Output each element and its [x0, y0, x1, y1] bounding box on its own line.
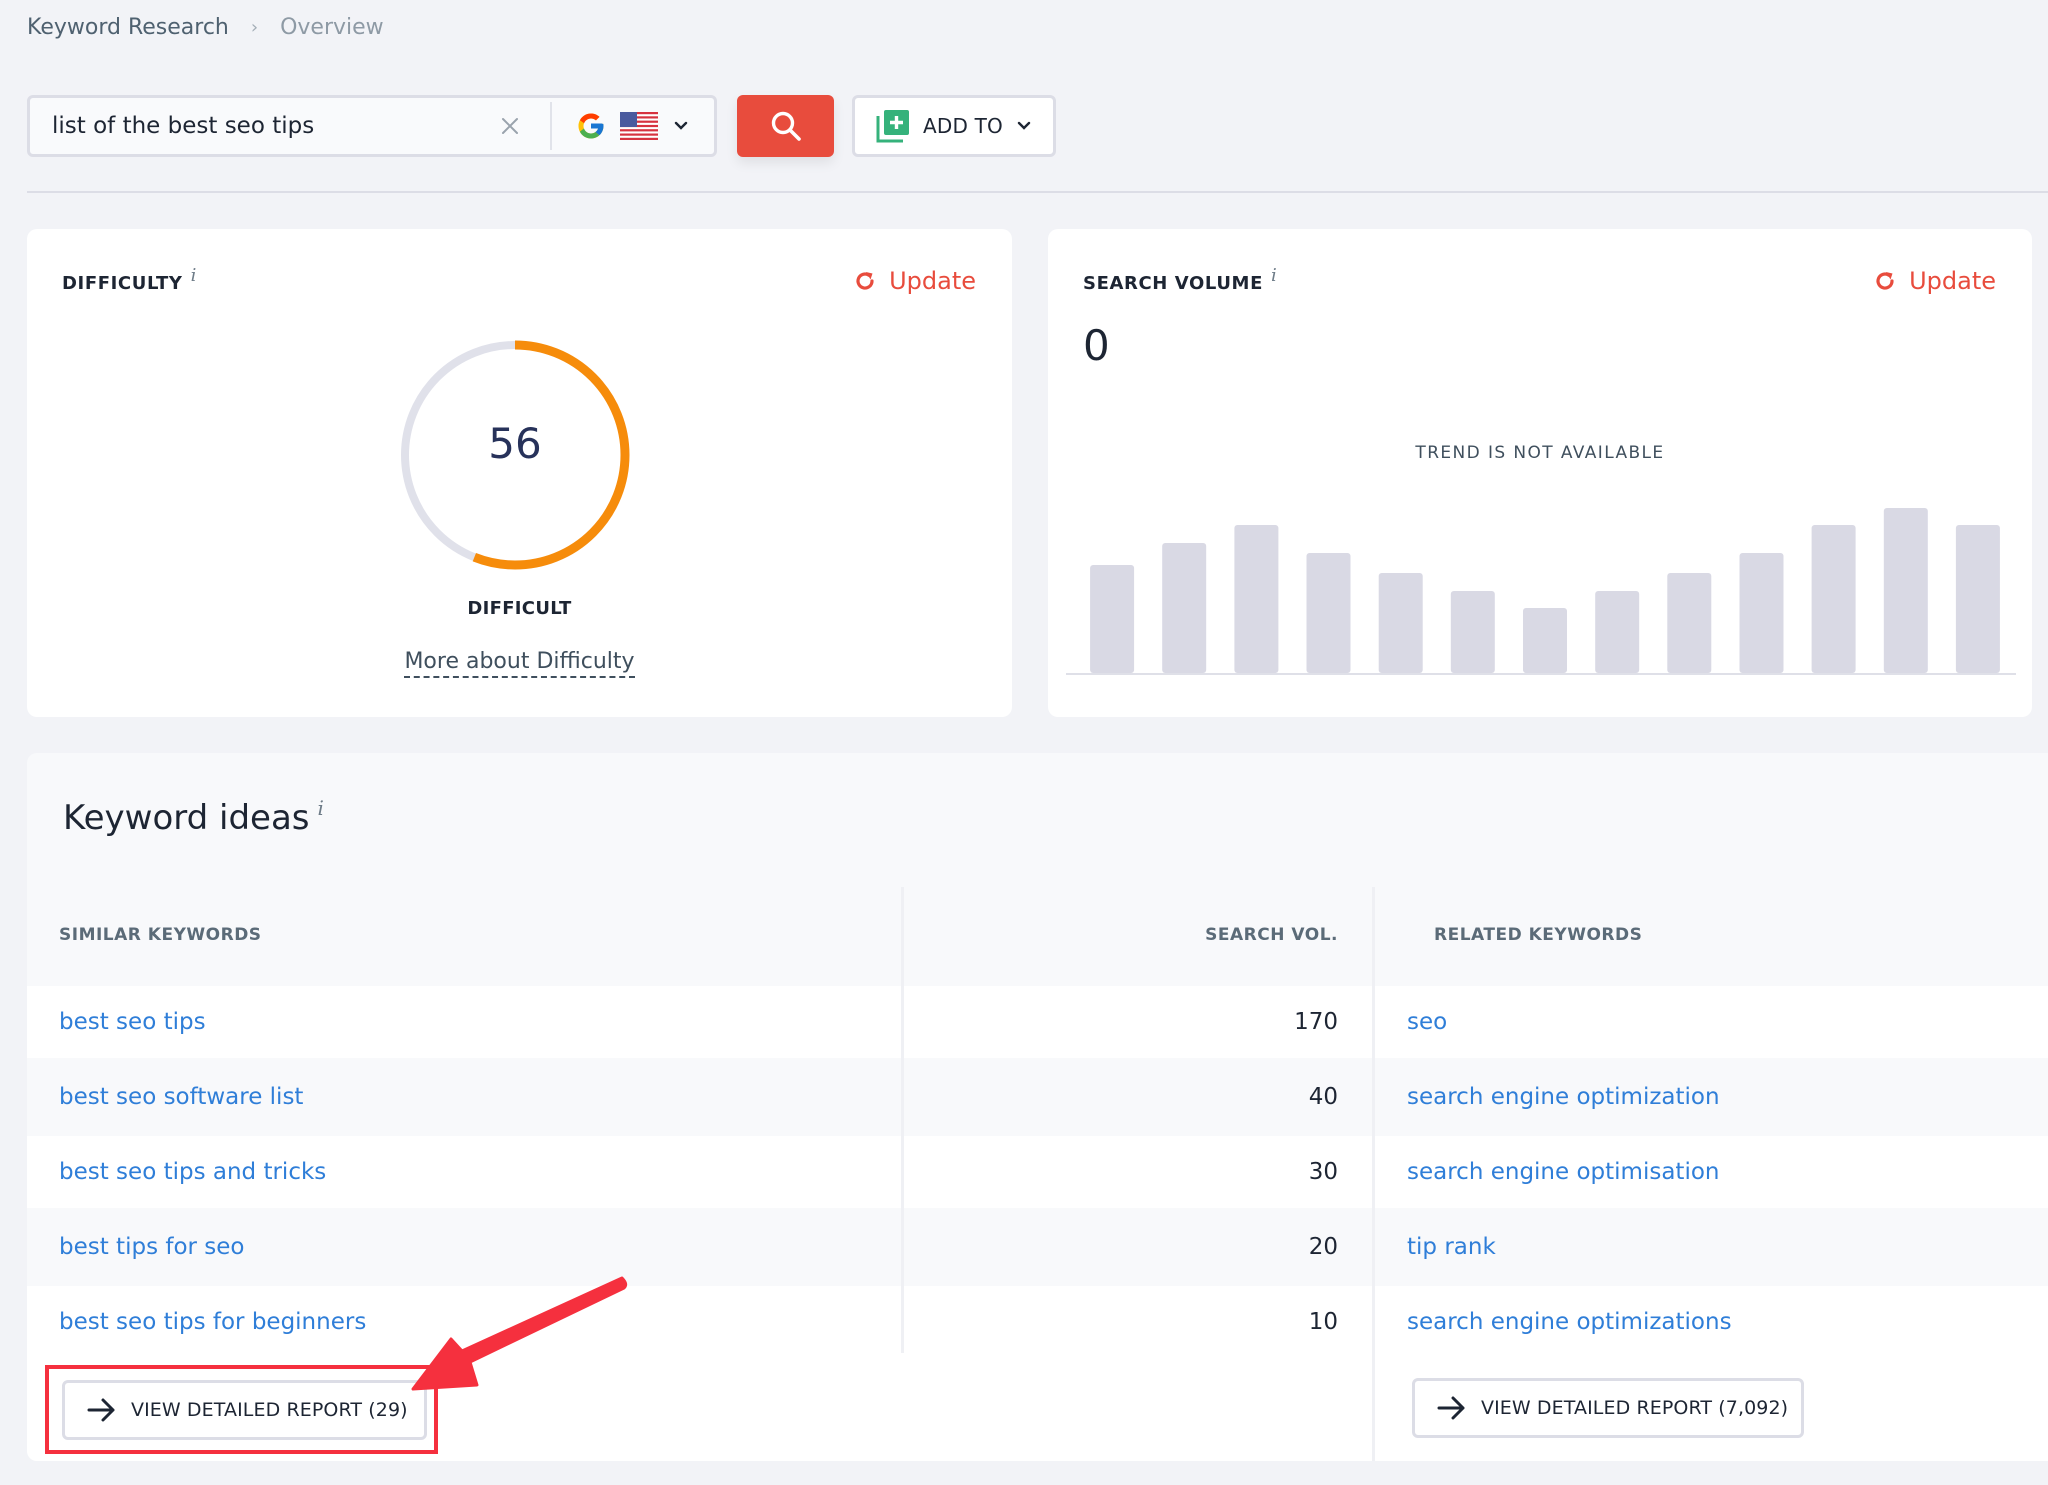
more-about-difficulty-link[interactable]: More about Difficulty: [404, 649, 635, 678]
related-keyword-cell: search engine optimisation: [1407, 1136, 2027, 1208]
similar-keyword-cell: best seo tips: [59, 986, 899, 1058]
search-volume-title: SEARCH VOLUME i: [1083, 265, 1277, 294]
close-icon: [502, 118, 518, 134]
breadcrumb-keyword-research[interactable]: Keyword Research: [27, 15, 229, 40]
clear-search-button[interactable]: [490, 106, 530, 146]
info-icon[interactable]: i: [191, 265, 197, 286]
keyword-search-input[interactable]: [30, 98, 470, 154]
trend-not-available-message: TREND IS NOT AVAILABLE: [1415, 443, 1665, 463]
search-volume-update-label: Update: [1909, 267, 1996, 295]
column-header-similar-keywords: SIMILAR KEYWORDS: [27, 887, 901, 983]
add-to-button[interactable]: ADD TO: [852, 95, 1056, 157]
difficulty-title-text: DIFFICULTY: [62, 273, 183, 294]
trend-bar-chart: [1066, 508, 2016, 675]
trend-bar: [1450, 591, 1495, 673]
similar-keyword-link[interactable]: best seo tips and tricks: [59, 1159, 326, 1185]
chevron-down-icon: [1017, 121, 1031, 130]
search-volume-cell: 170: [1294, 1009, 1338, 1035]
trend-bar: [1234, 525, 1279, 673]
trend-bar: [1595, 591, 1640, 673]
trend-bar: [1378, 573, 1423, 673]
chevron-down-icon: [674, 121, 688, 130]
keyword-ideas-card: Keyword ideas i SIMILAR KEYWORDS SEARCH V…: [27, 753, 2048, 1461]
add-to-label: ADD TO: [923, 114, 1003, 138]
similar-keyword-link[interactable]: best seo software list: [59, 1084, 303, 1110]
similar-keyword-link[interactable]: best tips for seo: [59, 1234, 245, 1260]
search-divider: [550, 102, 552, 150]
related-keyword-link[interactable]: tip rank: [1407, 1234, 1496, 1260]
related-keyword-link[interactable]: search engine optimization: [1407, 1084, 1720, 1110]
trend-bar: [1883, 508, 1928, 673]
breadcrumb-separator: ›: [250, 16, 259, 38]
search-volume-cell: 20: [1308, 1234, 1338, 1260]
related-keyword-cell: seo: [1407, 986, 2027, 1058]
search-engine-selector[interactable]: [576, 111, 688, 141]
search-icon: [771, 111, 801, 141]
column-header-search-volume: SEARCH VOL.: [904, 887, 1372, 983]
related-keyword-link[interactable]: search engine optimizations: [1407, 1309, 1732, 1335]
similar-keyword-link[interactable]: best seo tips for beginners: [59, 1309, 366, 1335]
keyword-ideas-title-text: Keyword ideas: [63, 798, 310, 838]
add-to-list-icon: [876, 110, 909, 143]
trend-bar: [1162, 543, 1207, 673]
related-keyword-cell: tip rank: [1407, 1211, 2027, 1283]
search-volume-cell: 30: [1308, 1159, 1338, 1185]
search-volume-cell: 40: [1308, 1084, 1338, 1110]
similar-keyword-link[interactable]: best seo tips: [59, 1009, 206, 1035]
search-volume-cell: 10: [1308, 1309, 1338, 1335]
info-icon[interactable]: i: [1271, 265, 1277, 286]
trend-bar: [1090, 565, 1135, 673]
more-about-difficulty-container: More about Difficulty: [27, 649, 1012, 678]
similar-keyword-cell: best seo software list: [59, 1061, 899, 1133]
trend-bar: [1739, 553, 1784, 673]
breadcrumb: Keyword Research › Overview: [27, 10, 384, 44]
search-volume-value: 0: [1083, 321, 1110, 370]
column-separator: [901, 887, 904, 1361]
related-view-report-label: VIEW DETAILED REPORT (7,092): [1481, 1397, 1789, 1419]
annotation-highlight-box: [45, 1365, 438, 1454]
similar-keyword-cell: best tips for seo: [59, 1211, 899, 1283]
search-volume-title-text: SEARCH VOLUME: [1083, 273, 1263, 294]
search-volume-update-button[interactable]: Update: [1873, 267, 1996, 295]
related-keyword-cell: search engine optimization: [1407, 1061, 2027, 1133]
us-flag-icon: [620, 112, 658, 140]
google-icon: [578, 113, 604, 139]
difficulty-update-label: Update: [889, 267, 976, 295]
related-keyword-cell: search engine optimizations: [1407, 1286, 2027, 1358]
difficulty-score: 56: [488, 419, 542, 468]
difficulty-level: DIFFICULT: [467, 598, 572, 619]
difficulty-card: DIFFICULTY i Update 56 DIFFICULT More abo…: [27, 229, 1012, 717]
similar-keyword-cell: best seo tips for beginners: [59, 1286, 899, 1358]
trend-bar: [1306, 553, 1351, 673]
related-keyword-link[interactable]: seo: [1407, 1009, 1447, 1035]
search-volume-card: SEARCH VOLUME i Update 0 TREND IS NOT AVA…: [1048, 229, 2032, 717]
trend-bar: [1523, 608, 1567, 673]
similar-keyword-cell: best seo tips and tricks: [59, 1136, 899, 1208]
info-icon[interactable]: i: [318, 796, 324, 820]
related-keyword-link[interactable]: search engine optimisation: [1407, 1159, 1719, 1185]
breadcrumb-overview: Overview: [280, 14, 384, 40]
column-separator: [1372, 887, 1375, 1361]
difficulty-update-button[interactable]: Update: [853, 267, 976, 295]
difficulty-title: DIFFICULTY i: [62, 265, 197, 294]
arrow-right-icon: [1437, 1396, 1465, 1420]
header-divider: [27, 191, 2048, 193]
related-view-report-button[interactable]: VIEW DETAILED REPORT (7,092): [1412, 1378, 1804, 1438]
search-button[interactable]: [737, 95, 834, 157]
trend-bar: [1667, 573, 1712, 673]
trend-bar: [1811, 525, 1856, 673]
trend-bar: [1955, 525, 2000, 673]
column-header-related-keywords: RELATED KEYWORDS: [1375, 887, 2048, 983]
column-separator: [1372, 1353, 1375, 1461]
refresh-icon: [856, 272, 874, 290]
refresh-icon: [1876, 272, 1894, 290]
keyword-ideas-title: Keyword ideas i: [63, 796, 324, 838]
keyword-search-box: [27, 95, 717, 157]
